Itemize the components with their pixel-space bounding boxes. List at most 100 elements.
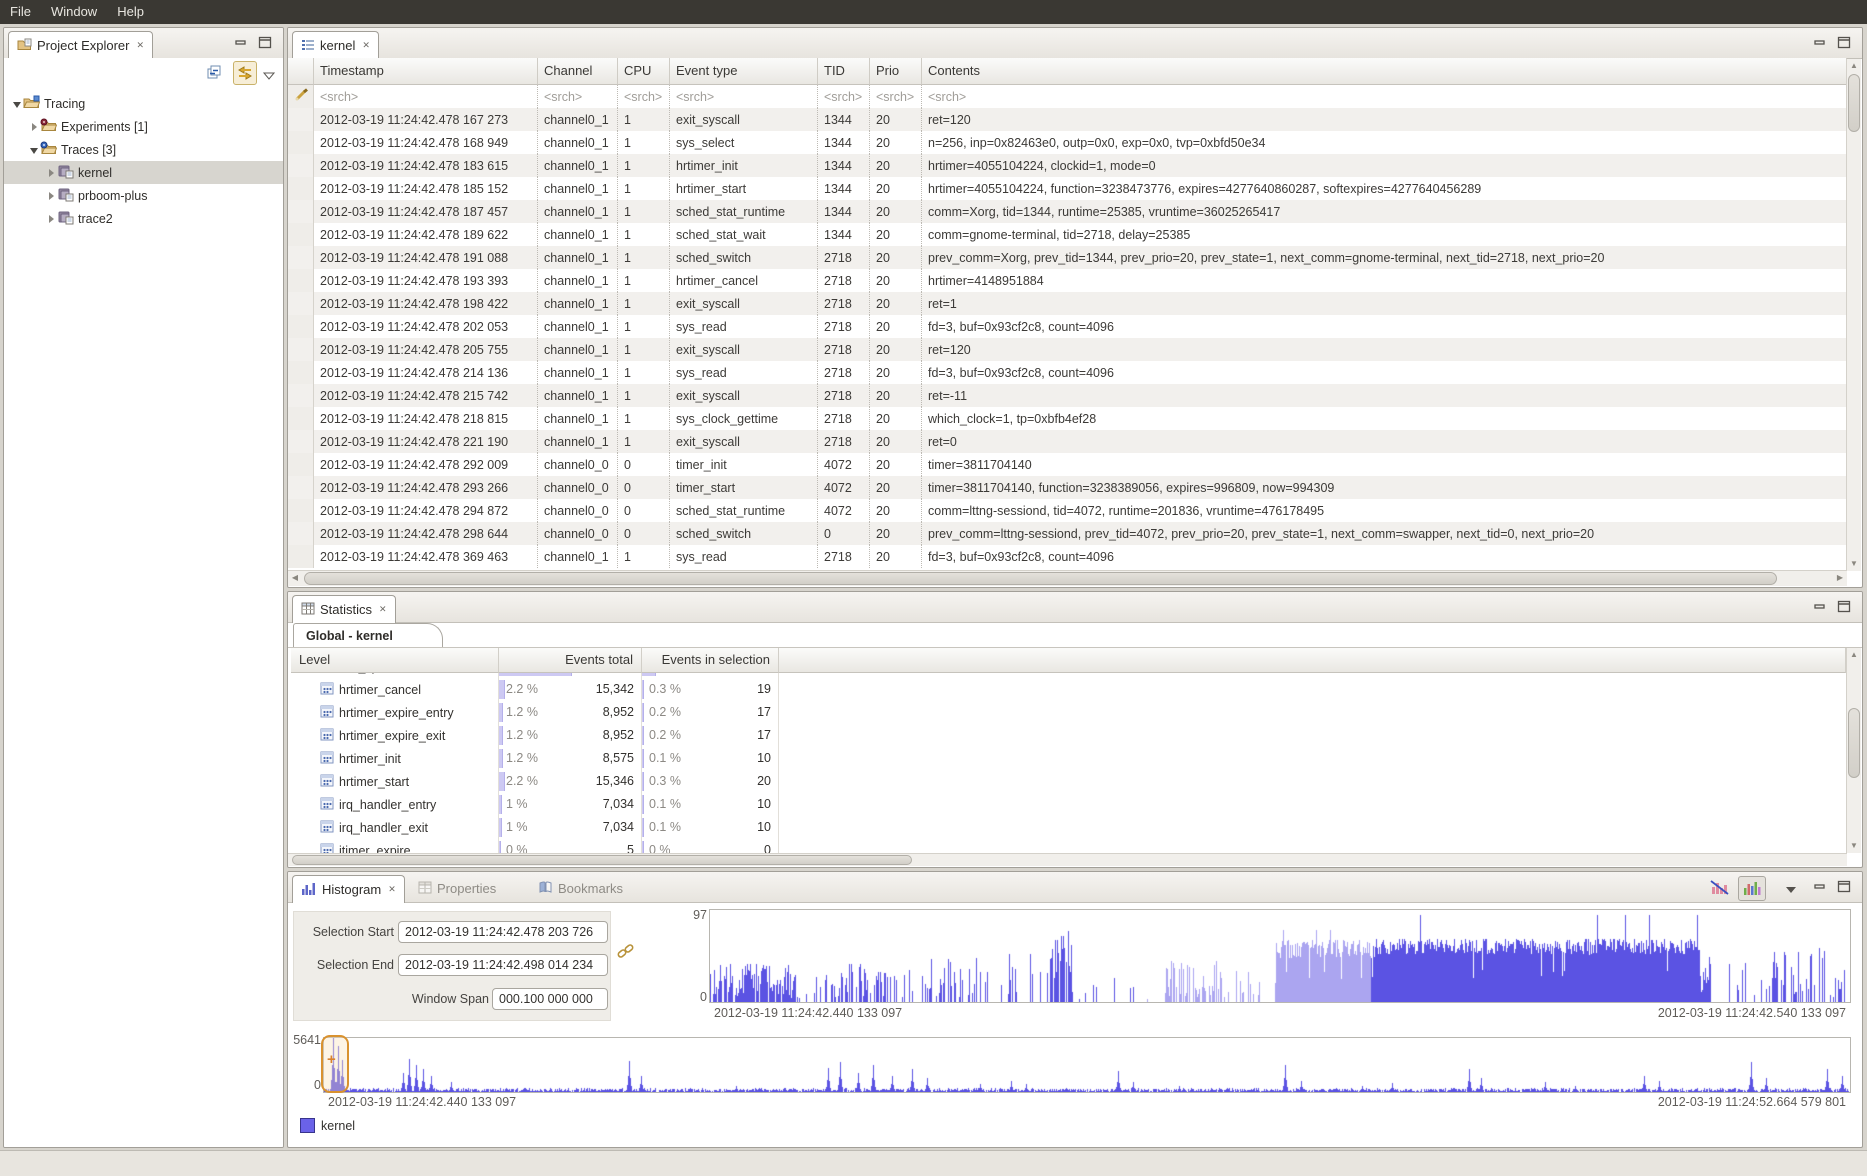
cell-prio[interactable]: 20 xyxy=(870,476,922,499)
cell-prio[interactable]: 20 xyxy=(870,522,922,545)
cell-contents[interactable]: timer=3811704140 xyxy=(922,453,1847,476)
close-icon[interactable]: ✕ xyxy=(379,605,387,614)
cell-cpu[interactable]: 1 xyxy=(618,246,670,269)
header-cell-event-type[interactable]: Event type xyxy=(670,58,818,85)
cell-tid[interactable]: 2718 xyxy=(818,361,870,384)
cell-event-type[interactable]: sched_stat_wait xyxy=(670,223,818,246)
cell-channel[interactable]: channel0_1 xyxy=(538,131,618,154)
cell-tid[interactable]: 1344 xyxy=(818,177,870,200)
view-menu-icon[interactable] xyxy=(1785,883,1798,896)
view-menu-icon[interactable] xyxy=(263,69,275,77)
event-row[interactable]: 2012-03-19 11:24:42.478 215 742channel0_… xyxy=(288,384,1847,407)
filter-cell-cpu[interactable]: <srch> xyxy=(618,85,670,108)
cell-prio[interactable]: 20 xyxy=(870,384,922,407)
events-vertical-scrollbar[interactable]: ▲ ▼ xyxy=(1846,59,1861,571)
filter-cell-channel[interactable]: <srch> xyxy=(538,85,618,108)
zoom-histogram-canvas[interactable] xyxy=(710,910,1850,1002)
cell-tid[interactable]: 2718 xyxy=(818,407,870,430)
close-icon[interactable]: ✕ xyxy=(362,41,370,50)
cell-cpu[interactable]: 0 xyxy=(618,476,670,499)
cell-contents[interactable]: fd=3, buf=0x93cf2c8, count=4096 xyxy=(922,545,1847,568)
filter-cell-prio[interactable]: <srch> xyxy=(870,85,922,108)
cell-prio[interactable]: 20 xyxy=(870,407,922,430)
maximize-icon[interactable] xyxy=(1837,36,1852,49)
window-span-input[interactable] xyxy=(492,988,608,1010)
cell-channel[interactable]: channel0_0 xyxy=(538,476,618,499)
header-cell-channel[interactable]: Channel xyxy=(538,58,618,85)
filter-pin-cell[interactable] xyxy=(288,85,314,108)
stats-row[interactable]: hrtimer_cancel2.2 %15,3420.3 %19 xyxy=(291,678,1846,701)
link-with-editor-icon[interactable] xyxy=(233,61,257,85)
stats-level-cell[interactable]: hrtimer_init xyxy=(291,747,499,770)
stats-level-cell[interactable]: irq_handler_exit xyxy=(291,816,499,839)
selection-end-input[interactable] xyxy=(398,954,608,976)
cell-tid[interactable]: 2718 xyxy=(818,545,870,568)
cell-contents[interactable]: comm=Xorg, tid=1344, runtime=25385, vrun… xyxy=(922,200,1847,223)
cell-prio[interactable]: 20 xyxy=(870,361,922,384)
cell-timestamp[interactable]: 2012-03-19 11:24:42.478 369 463 xyxy=(314,545,538,568)
cell-prio[interactable]: 20 xyxy=(870,430,922,453)
selection-start-input[interactable] xyxy=(398,921,608,943)
cell-contents[interactable]: ret=120 xyxy=(922,338,1847,361)
link-selection-icon[interactable] xyxy=(616,942,636,965)
cell-contents[interactable]: hrtimer=4055104224, function=3238473776,… xyxy=(922,177,1847,200)
cell-cpu[interactable]: 0 xyxy=(618,453,670,476)
tab-project-explorer[interactable]: Project Explorer ✕ xyxy=(8,31,153,59)
event-row[interactable]: 2012-03-19 11:24:42.478 193 393channel0_… xyxy=(288,269,1847,292)
cell-timestamp[interactable]: 2012-03-19 11:24:42.478 198 422 xyxy=(314,292,538,315)
cell-cpu[interactable]: 1 xyxy=(618,223,670,246)
stats-level-cell[interactable]: hrtimer_expire_exit xyxy=(291,724,499,747)
cell-tid[interactable]: 2718 xyxy=(818,338,870,361)
window-selection-marker[interactable] xyxy=(321,1035,349,1093)
cell-tid[interactable]: 4072 xyxy=(818,499,870,522)
stats-level-cell[interactable]: hrtimer_expire_entry xyxy=(291,701,499,724)
cell-tid[interactable]: 4072 xyxy=(818,453,870,476)
cell-cpu[interactable]: 1 xyxy=(618,131,670,154)
collapse-all-icon[interactable] xyxy=(203,61,227,85)
cell-timestamp[interactable]: 2012-03-19 11:24:42.478 185 152 xyxy=(314,177,538,200)
expander-expanded-icon[interactable] xyxy=(12,98,23,109)
cell-event-type[interactable]: exit_syscall xyxy=(670,338,818,361)
cell-contents[interactable]: ret=0 xyxy=(922,430,1847,453)
header-cell-contents[interactable]: Contents xyxy=(922,58,1847,85)
tree-item-traces-3-[interactable]: Traces [3] xyxy=(4,138,283,161)
cell-timestamp[interactable]: 2012-03-19 11:24:42.478 189 622 xyxy=(314,223,538,246)
header-cell-timestamp[interactable]: Timestamp xyxy=(314,58,538,85)
event-row[interactable]: 2012-03-19 11:24:42.478 191 088channel0_… xyxy=(288,246,1847,269)
cell-timestamp[interactable]: 2012-03-19 11:24:42.478 298 644 xyxy=(314,522,538,545)
cell-cpu[interactable]: 1 xyxy=(618,384,670,407)
cell-contents[interactable]: fd=3, buf=0x93cf2c8, count=4096 xyxy=(922,315,1847,338)
cell-contents[interactable]: prev_comm=Xorg, prev_tid=1344, prev_prio… xyxy=(922,246,1847,269)
cell-tid[interactable]: 1344 xyxy=(818,108,870,131)
zoom-chart-plot[interactable] xyxy=(709,909,1851,1003)
cell-cpu[interactable]: 1 xyxy=(618,338,670,361)
cell-event-type[interactable]: timer_init xyxy=(670,453,818,476)
cell-channel[interactable]: channel0_1 xyxy=(538,269,618,292)
cell-event-type[interactable]: exit_syscall xyxy=(670,384,818,407)
cell-cpu[interactable]: 1 xyxy=(618,108,670,131)
stats-level-cell[interactable]: irq_handler_entry xyxy=(291,793,499,816)
statistics-group-tab[interactable]: Global - kernel xyxy=(293,623,443,648)
cell-prio[interactable]: 20 xyxy=(870,499,922,522)
cell-event-type[interactable]: exit_syscall xyxy=(670,292,818,315)
expander-collapsed-icon[interactable] xyxy=(46,167,57,178)
minimize-icon[interactable] xyxy=(234,36,249,49)
stats-level-cell[interactable]: hrtimer_cancel xyxy=(291,678,499,701)
cell-cpu[interactable]: 1 xyxy=(618,292,670,315)
minimize-icon[interactable] xyxy=(1813,600,1828,613)
cell-channel[interactable]: channel0_1 xyxy=(538,246,618,269)
cell-event-type[interactable]: sched_switch xyxy=(670,246,818,269)
cell-cpu[interactable]: 1 xyxy=(618,200,670,223)
close-icon[interactable]: ✕ xyxy=(388,885,396,894)
cell-channel[interactable]: channel0_1 xyxy=(538,545,618,568)
cell-cpu[interactable]: 0 xyxy=(618,499,670,522)
cell-channel[interactable]: channel0_1 xyxy=(538,407,618,430)
expander-collapsed-icon[interactable] xyxy=(29,121,40,132)
event-row[interactable]: 2012-03-19 11:24:42.478 189 622channel0_… xyxy=(288,223,1847,246)
cell-timestamp[interactable]: 2012-03-19 11:24:42.478 215 742 xyxy=(314,384,538,407)
stats-row[interactable]: hrtimer_expire_entry1.2 %8,9520.2 %17 xyxy=(291,701,1846,724)
event-row[interactable]: 2012-03-19 11:24:42.478 292 009channel0_… xyxy=(288,453,1847,476)
stats-header-events-in-selection[interactable]: Events in selection xyxy=(642,648,779,673)
cell-contents[interactable]: timer=3811704140, function=3238389056, e… xyxy=(922,476,1847,499)
cell-channel[interactable]: channel0_1 xyxy=(538,361,618,384)
